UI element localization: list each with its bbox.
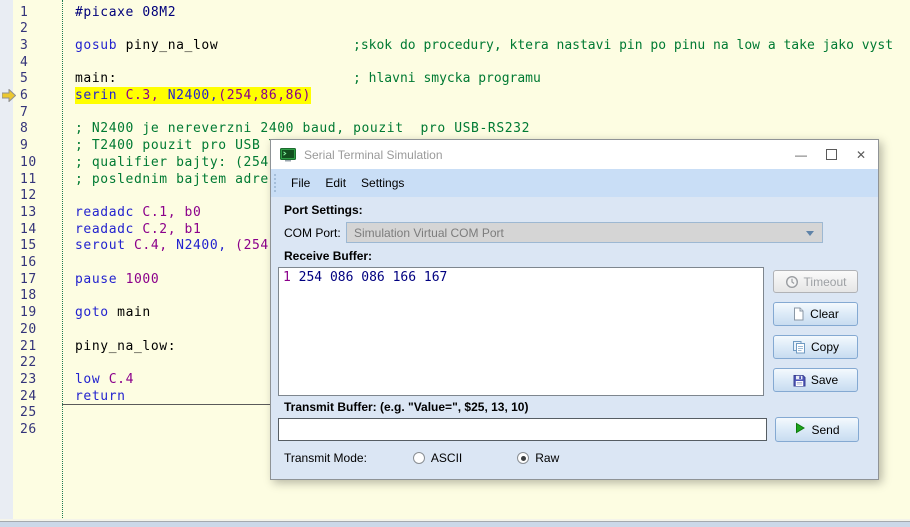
code-token: ; qualifier bajty: (254,8: [75, 155, 286, 170]
code-line-11: ; poslednim bajtem adresu: [75, 171, 286, 188]
menu-grip[interactable]: [274, 174, 276, 192]
code-token: N2400,: [168, 88, 219, 103]
maximize-icon[interactable]: [816, 140, 846, 169]
code-token: readadc: [75, 222, 142, 237]
status-strip: [0, 519, 910, 527]
code-line-23: low C.4: [75, 371, 134, 388]
dialog-title: Serial Terminal Simulation: [304, 148, 443, 162]
receive-value-first: 1: [283, 270, 291, 285]
close-icon[interactable]: ✕: [846, 140, 876, 169]
code-token: goto: [75, 305, 117, 320]
receive-value-rest: 254 086 086 166 167: [291, 270, 448, 285]
procedure-separator: [62, 404, 270, 405]
transmit-buffer-label: Transmit Buffer: (e.g. "Value=", $25, 13…: [284, 400, 528, 414]
code-token: C.3,: [126, 88, 168, 103]
code-line-9: ; T2400 pouzit pro USB TT: [75, 137, 286, 154]
radio-ascii[interactable]: [413, 452, 425, 464]
code-line-5: main:; hlavni smycka programu: [75, 70, 117, 87]
code-token: serout: [75, 238, 134, 253]
code-line-14: readadc C.2, b1: [75, 221, 201, 238]
timeout-button-label: Timeout: [804, 275, 847, 289]
code-token: 1000: [126, 272, 160, 287]
code-line-8: ; N2400 je nereverzni 2400 baud, pouzit …: [75, 120, 530, 137]
code-token: gosub: [75, 38, 126, 53]
serial-terminal-dialog: Serial Terminal Simulation — ✕ File Edit S…: [270, 139, 879, 480]
current-line-arrow-icon: [2, 89, 16, 102]
menu-bar: File Edit Settings: [271, 169, 878, 197]
menu-item-file[interactable]: File: [291, 176, 310, 190]
code-token: C.4,: [134, 238, 176, 253]
code-token: return: [75, 389, 126, 404]
transmit-mode-row: Transmit Mode: ASCII Raw: [284, 451, 559, 465]
menu-item-edit[interactable]: Edit: [325, 176, 346, 190]
code-token: C.2, b1: [142, 222, 201, 237]
code-line-15: serout C.4, N2400, (254,8: [75, 237, 286, 254]
code-token: (254,86,86): [218, 88, 311, 103]
clock-icon: [785, 275, 799, 289]
timeout-button: Timeout: [773, 270, 858, 293]
receive-buttons: Timeout Clear Copy Save: [773, 270, 858, 392]
code-token: pause: [75, 272, 126, 287]
code-token: readadc: [75, 205, 142, 220]
minimize-icon[interactable]: —: [786, 140, 816, 169]
com-port-dropdown: Simulation Virtual COM Port: [346, 222, 823, 243]
code-token: C.4: [109, 372, 134, 387]
save-button-label: Save: [811, 373, 838, 387]
code-token: N2400,: [176, 238, 235, 253]
code-line-13: readadc C.1, b0: [75, 204, 201, 221]
code-token: serin: [75, 88, 126, 103]
transmit-mode-option-ascii: ASCII: [413, 451, 462, 465]
code-line-19: goto main: [75, 304, 151, 321]
menu-item-settings[interactable]: Settings: [361, 176, 404, 190]
page-icon: [792, 307, 805, 321]
com-port-value: Simulation Virtual COM Port: [354, 226, 504, 240]
save-icon: [793, 374, 806, 387]
code-token: C.1, b0: [142, 205, 201, 220]
code-token: main:: [75, 71, 117, 86]
transmit-input[interactable]: [278, 418, 767, 441]
code-line-17: pause 1000: [75, 271, 159, 288]
code-token: piny_na_low: [126, 38, 219, 53]
radio-label-raw: Raw: [535, 451, 559, 465]
com-port-label: COM Port:: [284, 226, 341, 240]
transmit-mode-options: ASCII Raw: [367, 451, 559, 465]
code-line-21: piny_na_low:: [75, 338, 176, 355]
receive-buffer-textarea[interactable]: 1 254 086 086 166 167: [278, 267, 764, 396]
code-line-3: gosub piny_na_low;skok do procedury, kte…: [75, 37, 218, 54]
terminal-icon: [280, 148, 296, 162]
code-token: ; hlavni smycka programu: [353, 70, 541, 87]
receive-buffer-label: Receive Buffer:: [284, 249, 372, 263]
transmit-mode-label: Transmit Mode:: [284, 451, 367, 465]
radio-label-ascii: ASCII: [431, 451, 462, 465]
code-token: ;skok do procedury, ktera nastavi pin po…: [353, 37, 893, 54]
transmit-mode-option-raw: Raw: [517, 451, 559, 465]
code-token: ; T2400 pouzit pro USB TT: [75, 138, 286, 153]
send-button[interactable]: Send: [775, 417, 859, 442]
code-line-1: #picaxe 08M2: [75, 4, 176, 21]
play-icon: [794, 422, 806, 437]
copy-button-label: Copy: [811, 340, 839, 354]
send-button-label: Send: [811, 423, 839, 437]
code-line-24: return: [75, 388, 126, 405]
dialog-titlebar[interactable]: Serial Terminal Simulation — ✕: [271, 140, 878, 169]
code-token: piny_na_low:: [75, 339, 176, 354]
copy-button[interactable]: Copy: [773, 335, 858, 359]
save-button[interactable]: Save: [773, 368, 858, 392]
chevron-down-icon: [806, 231, 814, 236]
clear-button-label: Clear: [810, 307, 839, 321]
code-token: ; poslednim bajtem adresu: [75, 172, 286, 187]
code-token: #picaxe 08M2: [75, 5, 176, 20]
code-token: main: [117, 305, 151, 320]
radio-raw[interactable]: [517, 452, 529, 464]
port-settings-label: Port Settings:: [284, 203, 363, 217]
code-token: low: [75, 372, 109, 387]
code-line-10: ; qualifier bajty: (254,8: [75, 154, 286, 171]
copy-icon: [792, 340, 806, 354]
clear-button[interactable]: Clear: [773, 302, 858, 326]
code-token: ; N2400 je nereverzni 2400 baud, pouzit …: [75, 121, 530, 136]
code-line-6: serin C.3, N2400,(254,86,86): [75, 87, 311, 104]
